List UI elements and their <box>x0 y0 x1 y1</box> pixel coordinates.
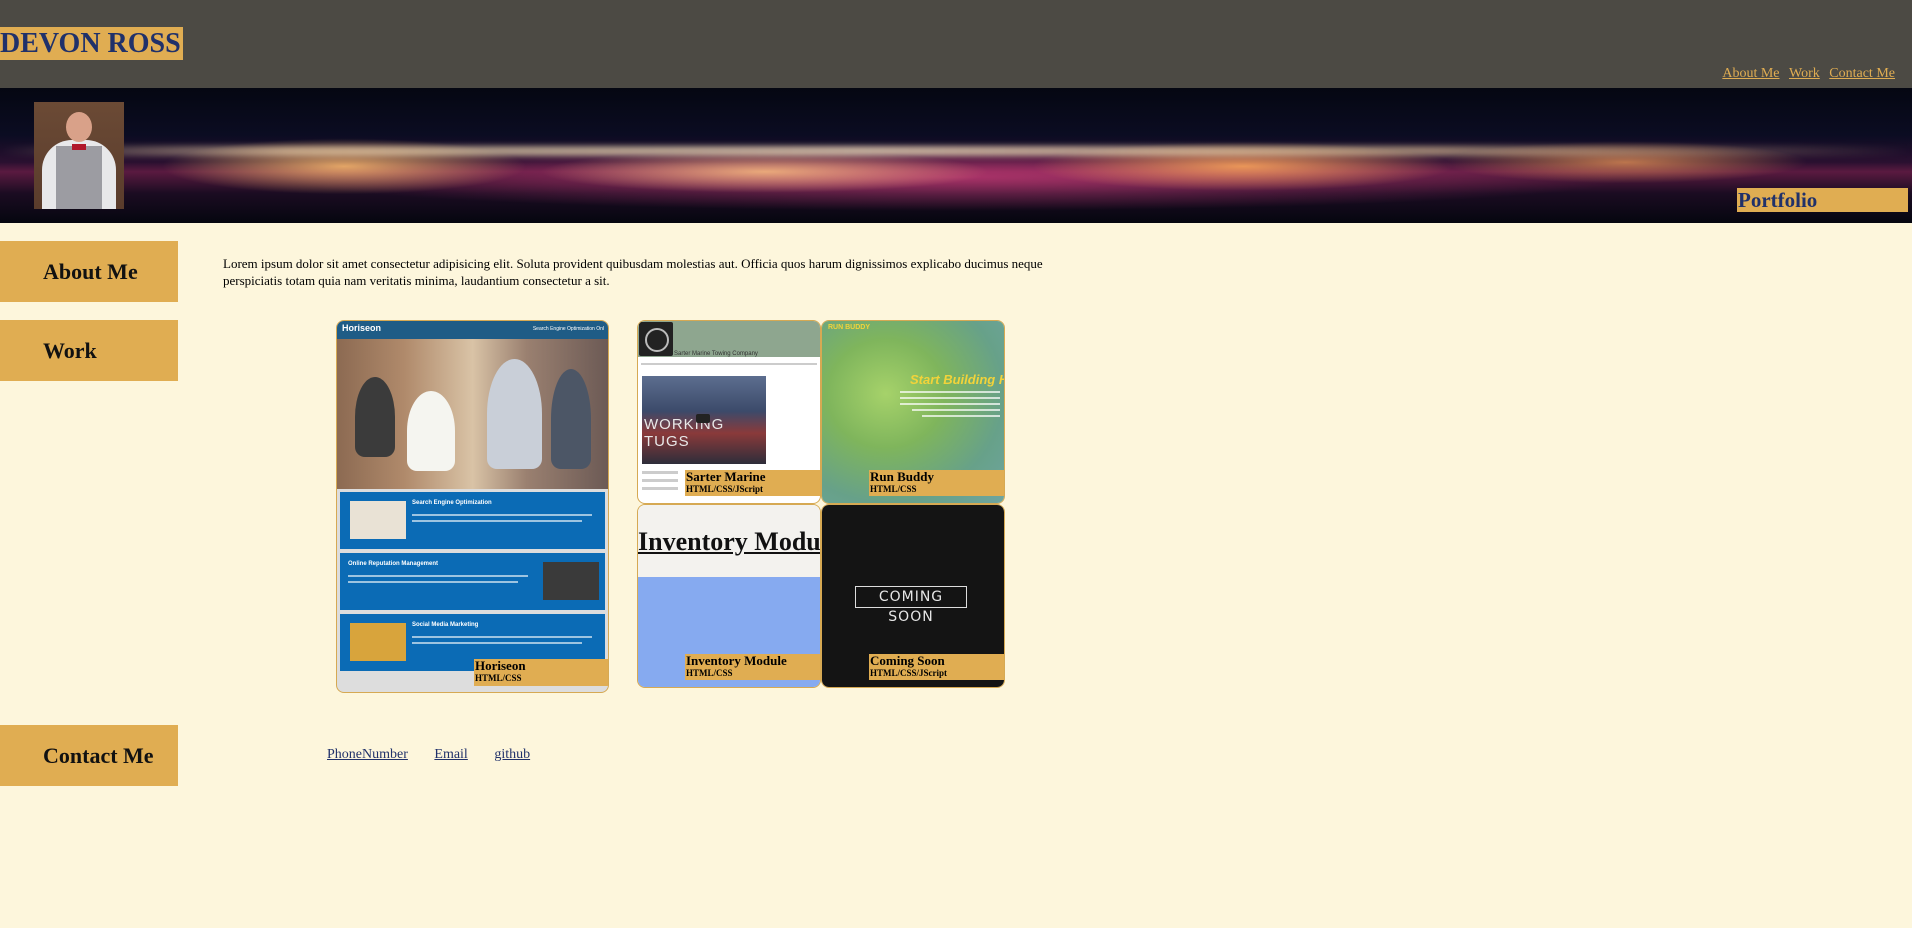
sarter-logo-icon <box>639 322 673 356</box>
project-tech: HTML/CSS <box>475 673 522 683</box>
project-title: Sarter Marine <box>686 469 766 484</box>
project-card-inventory-module[interactable]: Inventory Modu Inventory Module HTML/CSS <box>637 504 821 688</box>
project-title: Coming Soon <box>870 653 945 668</box>
banner-light-streak <box>0 146 1912 156</box>
play-icon <box>696 414 710 423</box>
sidebar-work-button[interactable]: Work <box>0 320 178 381</box>
project-tech: HTML/CSS/JScript <box>686 484 764 494</box>
project-title: Horiseon <box>475 658 526 673</box>
sidebar-contact-button[interactable]: Contact Me <box>0 725 178 786</box>
project-card-coming-soon[interactable]: COMING SOON Coming Soon HTML/CSS/JScript <box>821 504 1005 688</box>
site-header: DEVON ROSS About Me Work Contact Me <box>0 0 1912 88</box>
project-caption-inventory-module: Inventory Module HTML/CSS <box>685 653 820 680</box>
horiseon-section-seo: Search Engine Optimization <box>340 492 605 549</box>
horiseon-preview-hero <box>337 339 608 489</box>
nav-link-work[interactable]: Work <box>1789 66 1820 81</box>
horiseon-preview-header: Horiseon Search Engine Optimization Onl <box>337 321 608 339</box>
project-title: Run Buddy <box>870 469 934 484</box>
contact-phone-link[interactable]: PhoneNumber <box>327 747 408 762</box>
project-caption-run-buddy: Run Buddy HTML/CSS <box>869 469 1004 496</box>
portfolio-label: Portfolio <box>1737 188 1908 212</box>
sarter-video-preview: WORKING TUGS <box>642 376 766 464</box>
project-card-horiseon[interactable]: Horiseon Search Engine Optimization Onl … <box>336 320 609 693</box>
horiseon-section-reputation: Online Reputation Management <box>340 553 605 610</box>
contact-email-link[interactable]: Email <box>434 747 467 762</box>
top-nav: About Me Work Contact Me <box>1716 66 1895 82</box>
project-caption-sarter-marine: Sarter Marine HTML/CSS/JScript <box>685 469 820 496</box>
project-caption-coming-soon: Coming Soon HTML/CSS/JScript <box>869 653 1004 680</box>
project-tech: HTML/CSS <box>686 668 733 678</box>
nav-link-about[interactable]: About Me <box>1722 66 1779 81</box>
nav-link-contact[interactable]: Contact Me <box>1829 66 1895 81</box>
contact-links: PhoneNumber Email github <box>327 747 553 763</box>
project-card-sarter-marine[interactable]: Sarter Marine Towing Company WORKING TUG… <box>637 320 821 504</box>
coming-soon-badge: COMING SOON <box>855 586 967 625</box>
project-title: Inventory Module <box>686 653 787 668</box>
project-tech: HTML/CSS <box>870 484 917 494</box>
project-tech: HTML/CSS/JScript <box>870 668 948 678</box>
project-card-run-buddy[interactable]: RUN BUDDY Start Building H Run Buddy HTM… <box>821 320 1005 504</box>
hero-banner: Portfolio <box>0 88 1912 223</box>
avatar <box>34 102 124 209</box>
site-title: DEVON ROSS <box>0 27 183 60</box>
project-caption-horiseon: Horiseon HTML/CSS <box>474 658 608 686</box>
contact-github-link[interactable]: github <box>494 747 530 762</box>
about-text: Lorem ipsum dolor sit amet consectetur a… <box>223 256 1043 288</box>
sidebar-about-button[interactable]: About Me <box>0 241 178 302</box>
